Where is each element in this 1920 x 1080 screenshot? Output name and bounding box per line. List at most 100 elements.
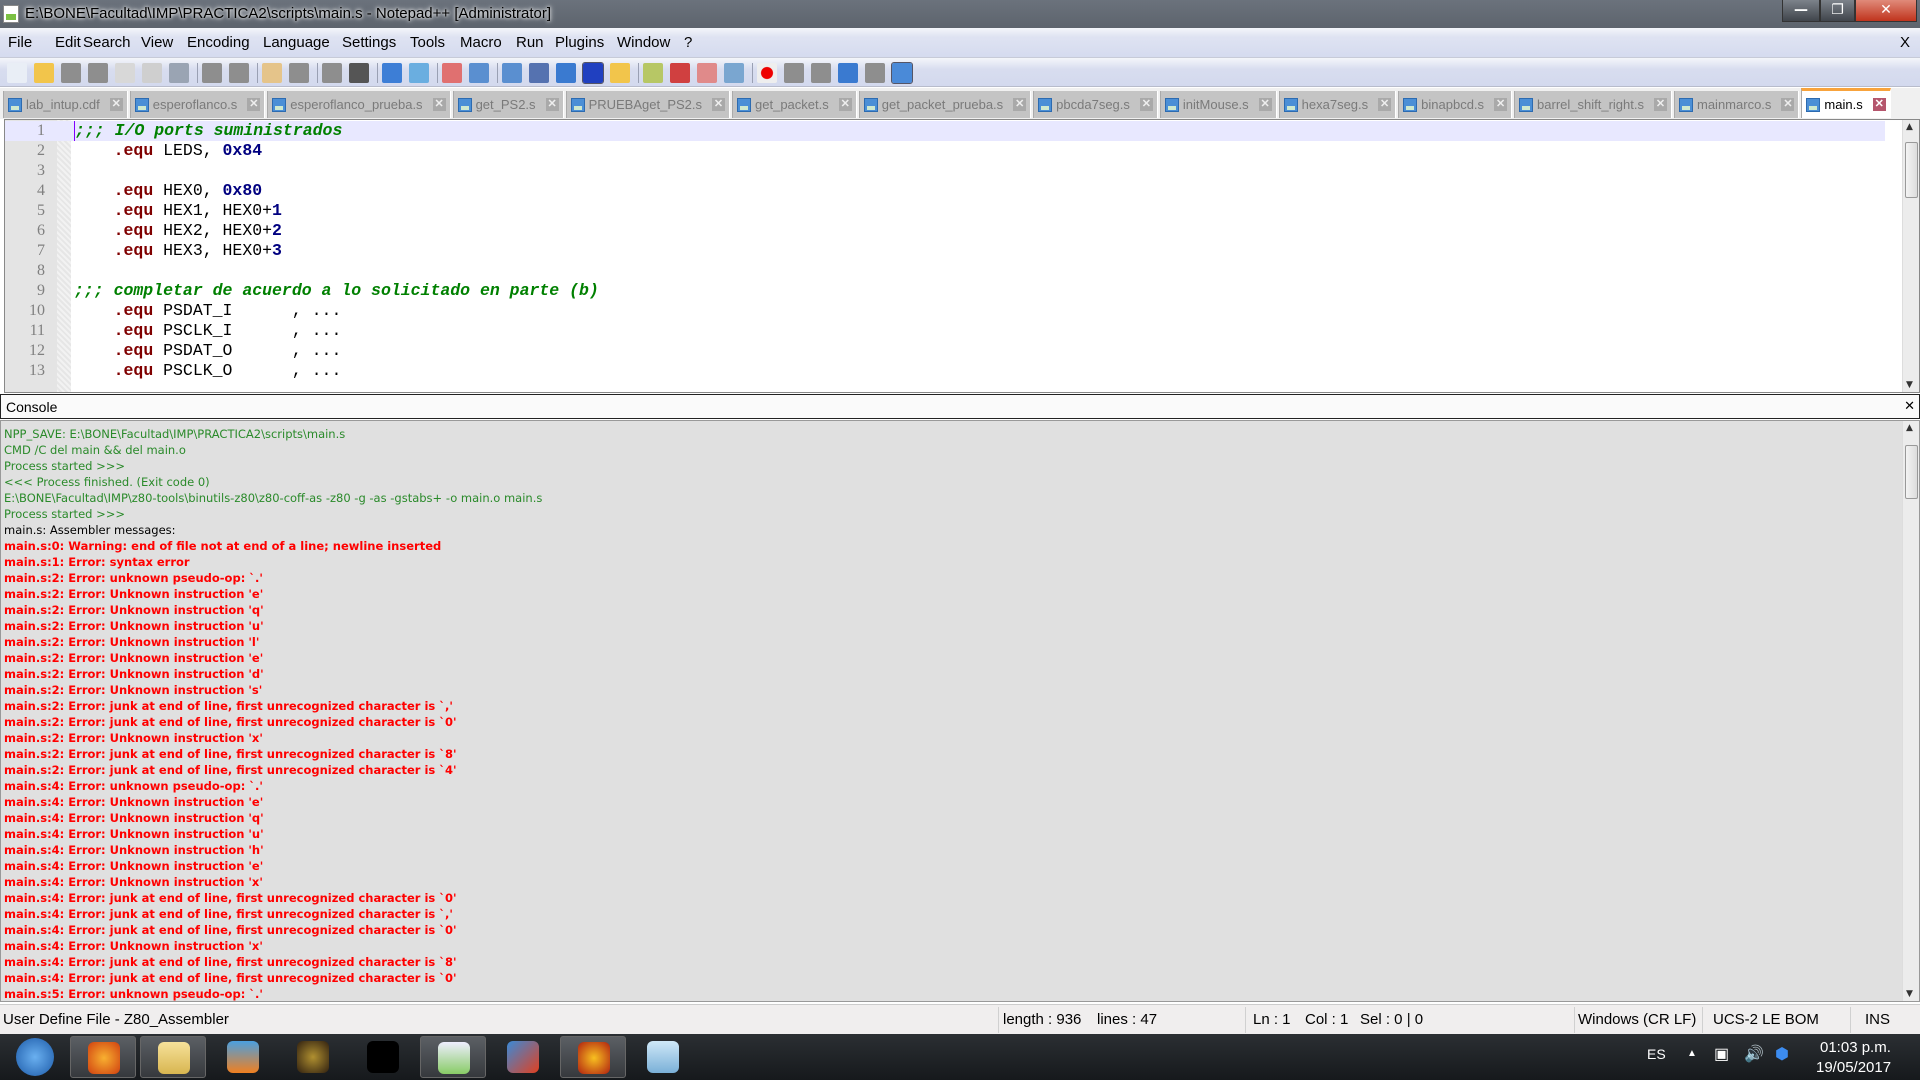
tab-binapbcd-s[interactable]: binapbcd.s ✕ [1398, 91, 1513, 118]
tab-close-icon[interactable]: ✕ [1013, 98, 1027, 111]
taskbar-start[interactable] [2, 1036, 68, 1078]
indent-guide-icon[interactable] [582, 62, 604, 84]
scroll-down-icon[interactable]: ▼ [1906, 989, 1913, 999]
save-icon[interactable] [61, 63, 81, 83]
document-map-icon[interactable] [643, 63, 663, 83]
folder-as-workspace-icon[interactable] [697, 63, 717, 83]
tab-close-icon[interactable]: ✕ [712, 98, 726, 111]
copy-icon[interactable] [229, 63, 249, 83]
tab-lab-intup-cdf[interactable]: lab_intup.cdf ✕ [3, 91, 128, 118]
redo-icon[interactable] [322, 63, 342, 83]
tab-pruebaget-ps2-s[interactable]: PRUEBAget_PS2.s ✕ [565, 91, 731, 118]
menu-plugins[interactable]: Plugins [555, 34, 604, 51]
taskbar-notepad[interactable] [630, 1036, 696, 1078]
zoom-out-icon[interactable] [442, 63, 462, 83]
close-all-icon[interactable] [142, 63, 162, 83]
tab-close-icon[interactable]: ✕ [1872, 98, 1886, 111]
show-all-chars-icon[interactable] [556, 63, 576, 83]
tab-close-icon[interactable]: ✕ [432, 98, 446, 111]
taskbar-firefox[interactable] [70, 1036, 136, 1078]
scroll-thumb[interactable] [1905, 445, 1918, 499]
replace-icon[interactable] [382, 63, 402, 83]
console-scrollbar[interactable]: ▲ ▼ [1902, 421, 1919, 1001]
cut-icon[interactable] [202, 63, 222, 83]
taskbar-notepad-plus-plus[interactable] [420, 1036, 486, 1078]
menu-view[interactable]: View [141, 34, 173, 51]
tab-initmouse-s[interactable]: initMouse.s ✕ [1159, 91, 1277, 118]
function-list-icon[interactable] [670, 63, 690, 83]
tab-mainmarco-s[interactable]: mainmarco.s ✕ [1674, 91, 1800, 118]
tab-close-icon[interactable]: ✕ [1258, 98, 1272, 111]
print-icon[interactable] [169, 63, 189, 83]
show-hidden-icons-icon[interactable]: ▲ [1687, 1048, 1697, 1059]
console-icon[interactable] [891, 62, 913, 84]
tab-close-icon[interactable]: ✕ [1378, 98, 1392, 111]
console-output[interactable]: NPP_SAVE: E:\BONE\Facultad\IMP\PRACTICA2… [0, 420, 1920, 1002]
taskbar-media-player[interactable] [210, 1036, 276, 1078]
console-close-button[interactable]: ✕ [1904, 398, 1915, 414]
menu-edit[interactable]: Edit [55, 34, 81, 51]
network-icon[interactable]: ▣ [1714, 1044, 1729, 1064]
record-macro-icon[interactable] [757, 63, 777, 83]
editor-scrollbar[interactable]: ▲ ▼ [1902, 120, 1919, 392]
sync-vertical-icon[interactable] [469, 63, 489, 83]
close-icon[interactable] [115, 63, 135, 83]
menu-tools[interactable]: Tools [410, 34, 445, 51]
run-macro-multiple-icon[interactable] [838, 63, 858, 83]
menu-file[interactable]: File [8, 34, 32, 51]
menu-help[interactable]: ? [684, 34, 692, 51]
tab-esperoflanco-prueba-s[interactable]: esperoflanco_prueba.s ✕ [267, 91, 451, 118]
save-macro-icon[interactable] [865, 63, 885, 83]
tab-close-icon[interactable]: ✕ [1654, 98, 1667, 111]
clock-date[interactable]: 19/05/2017 [1816, 1059, 1891, 1076]
tab-get-ps2-s[interactable]: get_PS2.s ✕ [452, 91, 564, 118]
taskbar-skyrim[interactable] [350, 1036, 416, 1078]
language-indicator[interactable]: ES [1647, 1046, 1666, 1062]
menu-encoding[interactable]: Encoding [187, 34, 250, 51]
new-file-icon[interactable] [7, 63, 27, 83]
open-file-icon[interactable] [34, 63, 54, 83]
tab-pbcda7seg-s[interactable]: pbcda7seg.s ✕ [1033, 91, 1158, 118]
tab-close-icon[interactable]: ✕ [1781, 98, 1795, 111]
scroll-up-icon[interactable]: ▲ [1906, 122, 1913, 132]
close-button[interactable]: ✕ [1855, 0, 1917, 22]
tab-close-icon[interactable]: ✕ [545, 98, 559, 111]
find-icon[interactable] [349, 63, 369, 83]
undo-icon[interactable] [289, 63, 309, 83]
scroll-down-icon[interactable]: ▼ [1906, 380, 1913, 390]
user-defined-language-icon[interactable] [610, 63, 630, 83]
tab-close-icon[interactable]: ✕ [838, 98, 852, 111]
scroll-thumb[interactable] [1905, 142, 1918, 198]
tab-hexa7seg-s[interactable]: hexa7seg.s ✕ [1278, 91, 1397, 118]
minimize-button[interactable]: — [1782, 0, 1820, 22]
menu-language[interactable]: Language [263, 34, 330, 51]
word-wrap-icon[interactable] [529, 63, 549, 83]
tab-esperoflanco-s[interactable]: esperoflanco.s ✕ [129, 91, 266, 118]
maximize-button[interactable]: ❐ [1820, 0, 1855, 22]
menu-close-document[interactable]: X [1900, 34, 1910, 51]
menu-settings[interactable]: Settings [342, 34, 396, 51]
scroll-up-icon[interactable]: ▲ [1906, 423, 1913, 433]
tab-barrel-shift-right-s[interactable]: barrel_shift_right.s ✕ [1514, 91, 1672, 118]
tab-get-packet-prueba-s[interactable]: get_packet_prueba.s ✕ [858, 91, 1032, 118]
monitoring-icon[interactable] [724, 63, 744, 83]
stop-recording-icon[interactable] [784, 63, 804, 83]
tab-close-icon[interactable]: ✕ [1139, 98, 1153, 111]
paste-icon[interactable] [262, 63, 282, 83]
taskbar-matlab[interactable] [490, 1036, 556, 1078]
security-shield-icon[interactable]: ⬢ [1775, 1044, 1789, 1064]
taskbar-borderlands-2[interactable] [560, 1036, 626, 1078]
volume-icon[interactable]: 🔊 [1744, 1044, 1764, 1064]
tab-main-s[interactable]: main.s ✕ [1801, 88, 1891, 118]
taskbar-file-explorer[interactable] [140, 1036, 206, 1078]
playback-macro-icon[interactable] [811, 63, 831, 83]
menu-search[interactable]: Search [83, 34, 131, 51]
tab-close-icon[interactable]: ✕ [109, 98, 123, 111]
zoom-in-icon[interactable] [409, 63, 429, 83]
menu-window[interactable]: Window [617, 34, 670, 51]
clock-time[interactable]: 01:03 p.m. [1820, 1039, 1891, 1056]
menu-run[interactable]: Run [516, 34, 544, 51]
code-editor[interactable]: 1;;; I/O ports suministrados 2 .equ LEDS,… [4, 119, 1920, 393]
save-all-icon[interactable] [88, 63, 108, 83]
taskbar-dark-souls[interactable] [280, 1036, 346, 1078]
